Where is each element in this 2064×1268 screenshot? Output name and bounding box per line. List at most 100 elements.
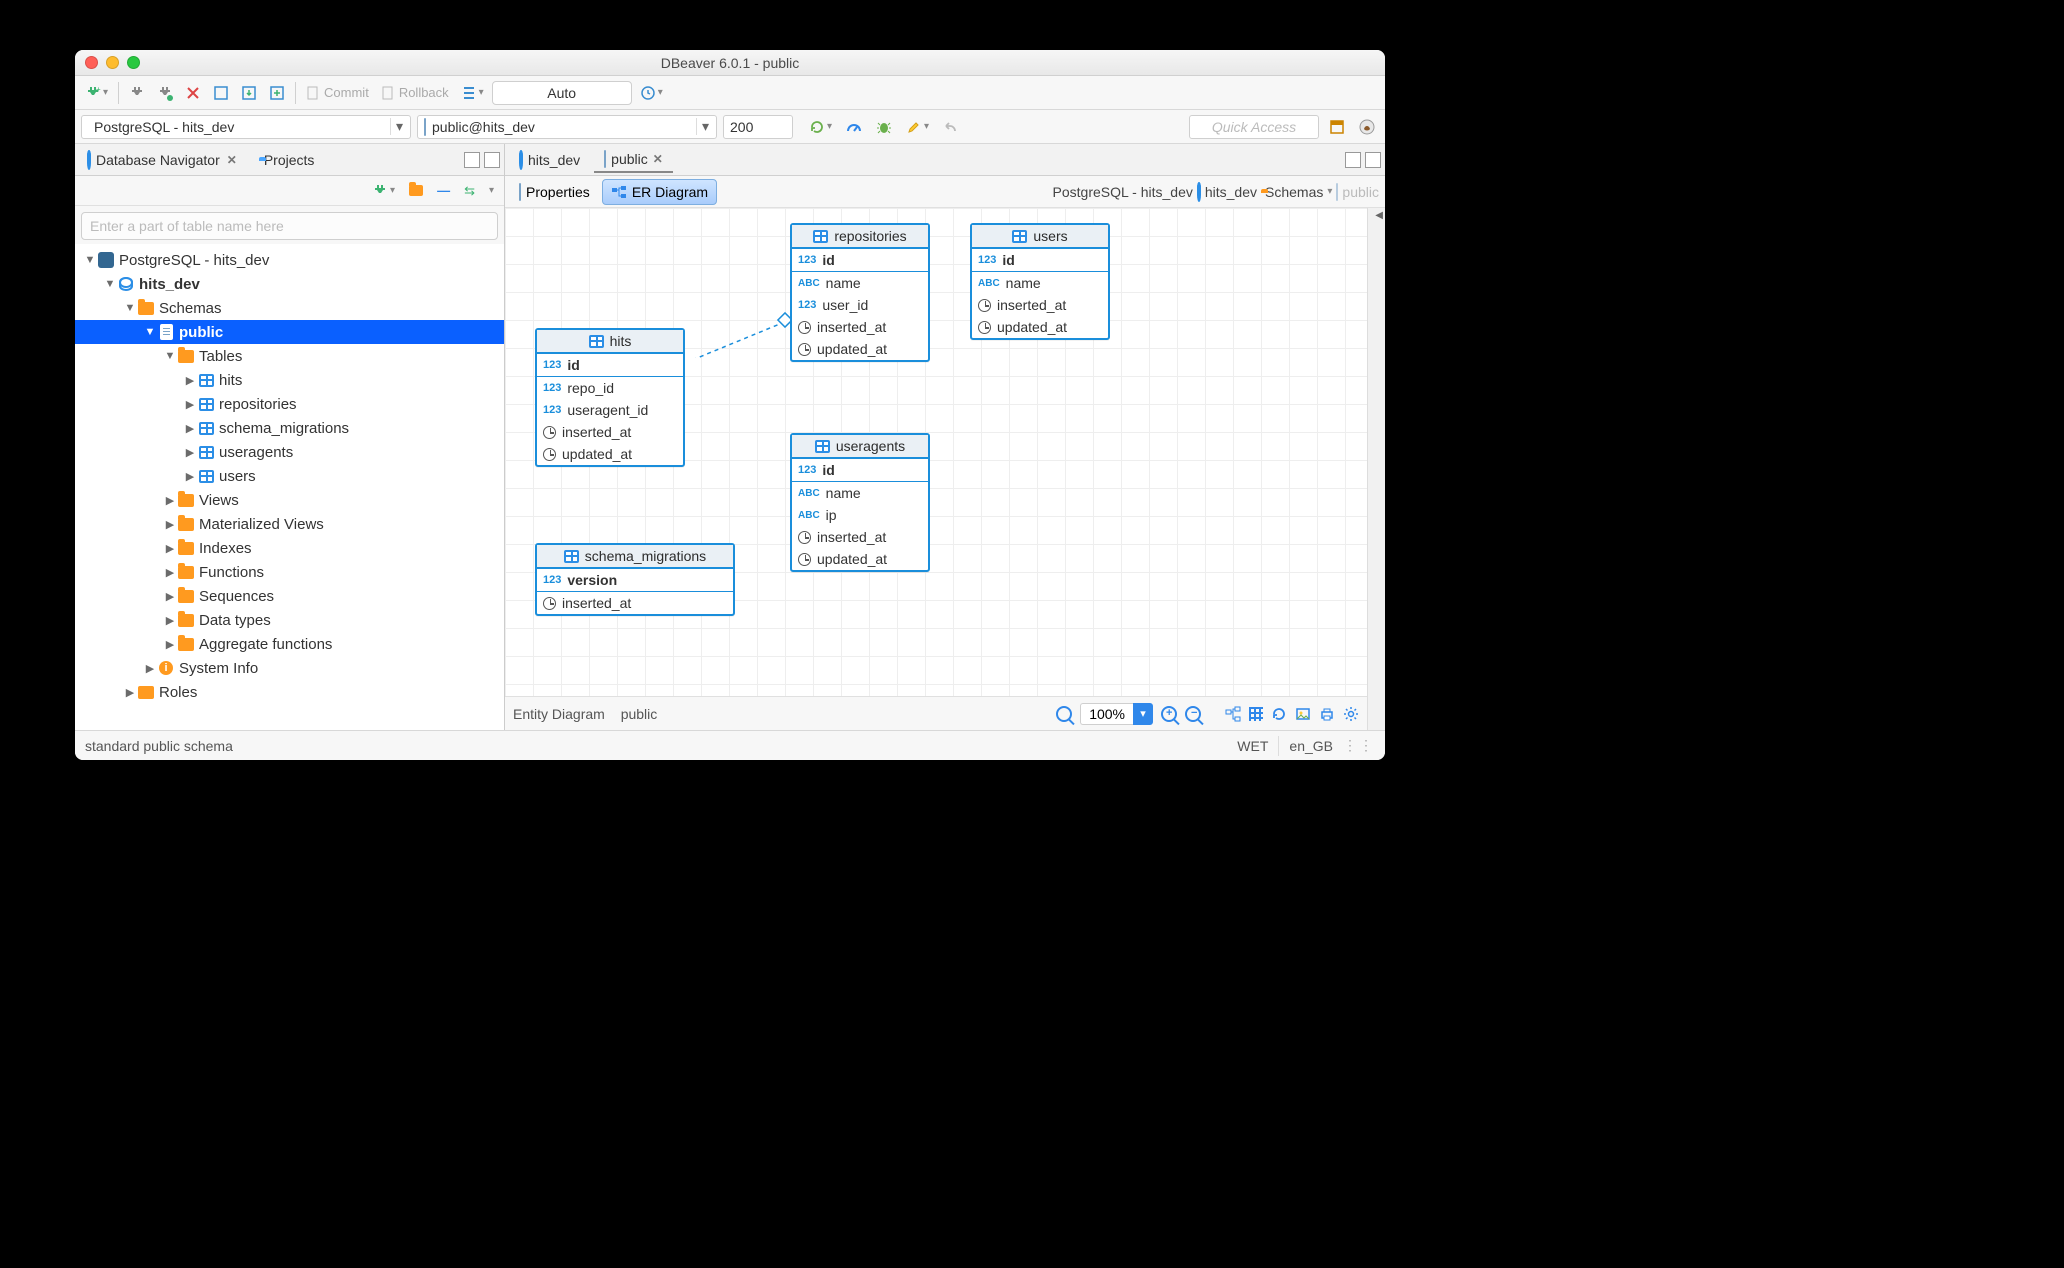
db-icon bbox=[87, 152, 91, 168]
disconnect-button[interactable] bbox=[181, 81, 205, 105]
print-icon[interactable] bbox=[1319, 706, 1335, 722]
new-connection-button[interactable]: + ▾ bbox=[81, 81, 112, 105]
subtab-properties[interactable]: Properties bbox=[511, 180, 598, 204]
nav-link-button[interactable]: ⇆ bbox=[460, 179, 479, 203]
marker-button[interactable]: ▾ bbox=[902, 115, 933, 139]
tree-materialized-views[interactable]: ▶Materialized Views bbox=[75, 512, 504, 536]
tree-table-repositories[interactable]: ▶repositories bbox=[75, 392, 504, 416]
tree-schemas[interactable]: ▼Schemas bbox=[75, 296, 504, 320]
crumb-public[interactable]: public bbox=[1342, 184, 1379, 200]
export-image-icon[interactable] bbox=[1295, 706, 1311, 722]
dbeaver-icon bbox=[1359, 119, 1375, 135]
quick-access-placeholder: Quick Access bbox=[1212, 119, 1296, 135]
zoom-out-icon[interactable]: − bbox=[1185, 706, 1201, 722]
tree-database[interactable]: ▼hits_dev bbox=[75, 272, 504, 296]
stop-button[interactable] bbox=[842, 115, 866, 139]
entity-users[interactable]: users 123id ABCname inserted_at updated_… bbox=[970, 223, 1110, 340]
close-icon[interactable]: ✕ bbox=[227, 153, 237, 167]
tree-sequences[interactable]: ▶Sequences bbox=[75, 584, 504, 608]
reconnect-button[interactable] bbox=[153, 81, 177, 105]
schema-select[interactable]: public@hits_dev ▾ bbox=[417, 115, 717, 139]
tree-table-users[interactable]: ▶users bbox=[75, 464, 504, 488]
tree-system-info[interactable]: ▶iSystem Info bbox=[75, 656, 504, 680]
tree-functions[interactable]: ▶Functions bbox=[75, 560, 504, 584]
tree-table-hits[interactable]: ▶hits bbox=[75, 368, 504, 392]
editor-tab-public[interactable]: public ✕ bbox=[594, 147, 673, 173]
entity-hits[interactable]: hits 123id 123repo_id 123useragent_id in… bbox=[535, 328, 685, 467]
search-icon[interactable] bbox=[1056, 706, 1072, 722]
entity-repositories[interactable]: repositories 123id ABCname 123user_id in… bbox=[790, 223, 930, 362]
editor-tab-hitsdev[interactable]: hits_dev bbox=[509, 148, 590, 172]
quick-access-input[interactable]: Quick Access bbox=[1189, 115, 1319, 139]
tree-aggregate-functions[interactable]: ▶Aggregate functions bbox=[75, 632, 504, 656]
table-icon bbox=[564, 550, 579, 563]
subtab-er-diagram[interactable]: ER Diagram bbox=[602, 179, 717, 205]
connect-button[interactable] bbox=[125, 81, 149, 105]
tx-log-button[interactable]: ▾ bbox=[636, 81, 667, 105]
grid-toggle-icon[interactable] bbox=[1249, 707, 1263, 721]
undo-button[interactable] bbox=[939, 115, 963, 139]
tab-projects[interactable]: Projects bbox=[251, 148, 323, 172]
refresh-diagram-icon[interactable] bbox=[1271, 706, 1287, 722]
nav-new-folder-button[interactable] bbox=[405, 179, 427, 203]
tree-table-useragents[interactable]: ▶useragents bbox=[75, 440, 504, 464]
debug-button[interactable] bbox=[872, 115, 896, 139]
commit-mode-select[interactable]: Auto bbox=[492, 81, 632, 105]
maximize-view-button[interactable] bbox=[484, 152, 500, 168]
tree-roles[interactable]: ▶Roles bbox=[75, 680, 504, 704]
tree-views[interactable]: ▶Views bbox=[75, 488, 504, 512]
tree-connection[interactable]: ▼PostgreSQL - hits_dev bbox=[75, 248, 504, 272]
rollback-icon bbox=[381, 85, 397, 101]
crumb-connection[interactable]: PostgreSQL - hits_dev bbox=[1053, 184, 1193, 200]
er-diagram-canvas[interactable]: hits 123id 123repo_id 123useragent_id in… bbox=[505, 208, 1385, 730]
editor-panel: hits_dev public ✕ Properties bbox=[505, 144, 1385, 730]
navigator-filter-input[interactable] bbox=[81, 212, 498, 240]
rollback-button[interactable]: Rollback bbox=[377, 81, 453, 105]
table-icon bbox=[197, 443, 215, 461]
tree-tables[interactable]: ▼Tables bbox=[75, 344, 504, 368]
crumb-schemas[interactable]: Schemas bbox=[1265, 184, 1323, 200]
window-close-button[interactable] bbox=[85, 56, 98, 69]
recent-sql-button[interactable] bbox=[265, 81, 289, 105]
titlebar: DBeaver 6.0.1 - public bbox=[75, 50, 1385, 76]
maximize-editor-button[interactable] bbox=[1365, 152, 1381, 168]
window-zoom-button[interactable] bbox=[127, 56, 140, 69]
minimize-editor-button[interactable] bbox=[1345, 152, 1361, 168]
connection-value: PostgreSQL - hits_dev bbox=[94, 119, 234, 135]
close-icon[interactable]: ✕ bbox=[653, 152, 663, 166]
zoom-in-icon[interactable]: + bbox=[1161, 706, 1177, 722]
tab-database-navigator[interactable]: Database Navigator ✕ bbox=[79, 148, 245, 172]
table-icon bbox=[813, 230, 828, 243]
dbeaver-logo-button[interactable] bbox=[1355, 115, 1379, 139]
content-area: Database Navigator ✕ Projects ▾ — ⇆ ▾ bbox=[75, 144, 1385, 730]
nav-collapse-button[interactable]: — bbox=[433, 179, 454, 203]
tree-indexes[interactable]: ▶Indexes bbox=[75, 536, 504, 560]
perspective-db-button[interactable] bbox=[1325, 115, 1349, 139]
tree-data-types[interactable]: ▶Data types bbox=[75, 608, 504, 632]
entity-useragents[interactable]: useragents 123id ABCname ABCip inserted_… bbox=[790, 433, 930, 572]
crumb-database[interactable]: hits_dev bbox=[1205, 184, 1257, 200]
settings-icon[interactable] bbox=[1343, 706, 1359, 722]
nav-new-connection-button[interactable]: ▾ bbox=[368, 179, 399, 203]
refresh-button[interactable]: ▾ bbox=[805, 115, 836, 139]
tab-dbnav-label: Database Navigator bbox=[96, 152, 220, 168]
new-sql-button[interactable] bbox=[237, 81, 261, 105]
page-icon bbox=[1336, 184, 1338, 200]
table-icon bbox=[815, 440, 830, 453]
entity-schema-migrations[interactable]: schema_migrations 123version inserted_at bbox=[535, 543, 735, 616]
minimize-view-button[interactable] bbox=[464, 152, 480, 168]
tree-public-schema[interactable]: ▼public bbox=[75, 320, 504, 344]
window-minimize-button[interactable] bbox=[106, 56, 119, 69]
nav-menu-button[interactable]: ▾ bbox=[485, 179, 498, 203]
commit-mode-value: Auto bbox=[547, 85, 576, 101]
tree-table-schema-migrations[interactable]: ▶schema_migrations bbox=[75, 416, 504, 440]
zoom-select[interactable]: 100% ▾ bbox=[1080, 703, 1153, 725]
result-rows-input[interactable]: 200 bbox=[723, 115, 793, 139]
sql-editor-button[interactable] bbox=[209, 81, 233, 105]
layout-icon[interactable] bbox=[1225, 706, 1241, 722]
commit-button[interactable]: Commit bbox=[302, 81, 373, 105]
palette-sidebar[interactable]: ◀ bbox=[1367, 208, 1385, 730]
tx-mode-dropdown[interactable]: ▾ bbox=[457, 81, 488, 105]
status-locale: en_GB bbox=[1279, 736, 1343, 756]
connection-select[interactable]: PostgreSQL - hits_dev ▾ bbox=[81, 115, 411, 139]
